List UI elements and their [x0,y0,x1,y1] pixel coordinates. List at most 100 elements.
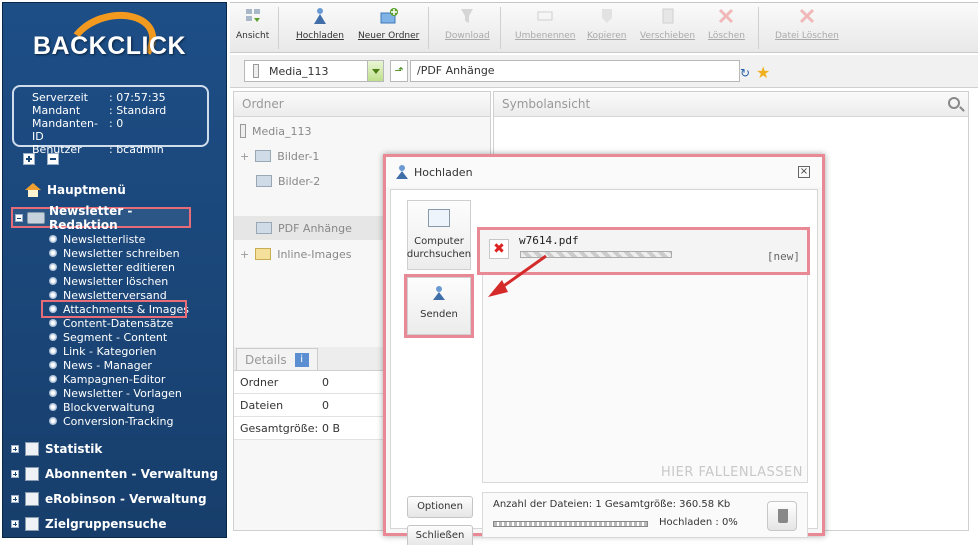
sidebar-item-segment-content[interactable]: Segment - Content [49,330,185,344]
total-progress-bar [493,521,648,527]
close-label: Schließen [415,530,465,541]
delete-label: Löschen [708,31,745,41]
section-label: eRobinson - Verwaltung [45,491,207,506]
tree-folder-pdf-anhaenge[interactable]: PDF Anhänge [256,217,352,239]
delete-file-button[interactable]: Datei Löschen [775,7,839,41]
bullet-icon [49,249,57,257]
sidebar-item-kampagnen-editor[interactable]: Kampagnen-Editor [49,372,185,386]
expand-all-icon[interactable] [23,153,35,165]
section-subitems: Newsletterliste Newsletter schreiben New… [41,232,189,428]
parent-folder-button[interactable]: ⬏ [390,60,408,82]
sidebar-item-link-kategorien[interactable]: Link - Kategorien [49,344,185,358]
sidebar-item-label: Newsletter schreiben [63,246,180,260]
sidebar-item-label: Content-Datensätze [63,316,174,330]
sidebar-item-news-manager[interactable]: News - Manager [49,358,185,372]
media-icon [253,64,259,78]
download-button[interactable]: Download [445,7,490,41]
folder-icon [256,222,272,234]
upload-icon [313,8,326,24]
sidebar-item-content-datensaetze[interactable]: Content-Datensätze [49,316,185,330]
info-value: : Standard [109,104,167,117]
main-menu-link[interactable]: Hauptmenü [25,183,126,197]
tree-folder-inline-images[interactable]: + Inline-Images [240,243,351,265]
tree-root[interactable]: Media_113 [240,120,312,142]
send-label: Senden [420,309,458,320]
send-button[interactable]: Senden [404,274,474,338]
section-newsletter-redaktion[interactable]: Newsletter - Redaktion [11,204,191,232]
home-icon [25,183,41,197]
bullet-icon [49,417,57,425]
section-zielgruppensuche[interactable]: Zielgruppensuche [11,511,218,536]
collapse-all-icon[interactable] [47,153,59,165]
symbol-view-title: Symbolansicht [494,92,968,117]
backclick-logo[interactable]: BACKCLICK [3,3,226,86]
folder-select[interactable]: Media_113 [244,60,384,82]
close-button[interactable]: Schließen [407,525,473,545]
tree-folder-label: Bilder-2 [278,174,321,188]
sidebar-item-label: Conversion-Tracking [63,414,174,428]
zoom-icon[interactable] [948,97,960,109]
sidebar-item-attachments-images[interactable]: Attachments & Images [41,300,189,318]
upload-dialog: Hochladen × Computer durchsuchen Senden … [383,154,825,545]
toolbar: Ansicht Hochladen Neuer Ordner Download … [230,3,978,53]
tab-details[interactable]: Details i [236,348,318,370]
path-field[interactable]: /PDF Anhänge [410,60,740,82]
sidebar-item-newsletter-vorlagen[interactable]: Newsletter - Vorlagen [49,386,185,400]
new-folder-icon [380,8,398,24]
collapsed-sections: Statistik Abonnenten - Verwaltung eRobin… [11,436,218,536]
sidebar-item-conversion-tracking[interactable]: Conversion-Tracking [49,414,185,428]
copy-button[interactable]: Kopieren [587,7,626,41]
new-folder-button[interactable]: Neuer Ordner [358,7,419,41]
upload-icon [433,286,445,300]
info-row-server-time: Serverzeit: 07:57:35 [32,91,207,104]
trash-icon[interactable] [767,501,797,531]
info-icon: i [294,352,309,367]
file-status: [new] [766,250,800,263]
collapse-icon[interactable] [15,213,23,222]
download-label: Download [445,31,490,41]
tree-folder-bilder-2[interactable]: Bilder-2 [256,170,320,192]
info-row-mandant-id: Mandanten-ID: 0 [32,117,207,143]
sidebar-item-blockverwaltung[interactable]: Blockverwaltung [49,400,185,414]
expand-icon[interactable] [11,469,19,478]
sidebar-item-newsletterliste[interactable]: Newsletterliste [49,232,185,246]
tree-folder-bilder-1[interactable]: + Bilder-1 [240,145,319,167]
info-key: Mandant [32,104,81,117]
options-button[interactable]: Optionen [407,496,473,518]
refresh-icon[interactable]: ↻ [740,66,750,80]
sidebar-item-newsletter-schreiben[interactable]: Newsletter schreiben [49,246,185,260]
move-button[interactable]: Verschieben [640,7,695,41]
folder-icon [255,248,272,260]
upload-label: Hochladen [296,31,344,41]
view-button[interactable]: Ansicht [236,7,269,41]
sidebar: BACKCLICK Serverzeit: 07:57:35 Mandant : … [2,2,227,538]
upload-button[interactable]: Hochladen [296,7,344,41]
copy-icon [601,9,612,23]
folder-select-value: Media_113 [269,64,329,78]
upload-status: Hochladen : 0% [659,517,738,528]
info-value: : 0 [109,117,124,130]
rename-button[interactable]: Umbenennen [515,7,576,41]
browse-computer-button[interactable]: Computer durchsuchen [407,200,471,270]
expand-icon[interactable] [11,444,19,453]
tree-controls [23,153,59,165]
section-abonnenten-verwaltung[interactable]: Abonnenten - Verwaltung [11,461,218,486]
section-statistik[interactable]: Statistik [11,436,218,461]
sidebar-item-newsletterversand[interactable]: Newsletterversand [49,288,185,302]
sidebar-item-label: Newsletterversand [63,288,167,302]
section-erobinson-verwaltung[interactable]: eRobinson - Verwaltung [11,486,218,511]
computer-icon [428,209,450,227]
expand-icon[interactable]: + [240,150,249,163]
tree-folder-label: Bilder-1 [277,149,320,163]
favorite-star-icon[interactable]: ★ [756,63,770,82]
delete-button[interactable]: Löschen [708,7,745,41]
sidebar-item-newsletter-editieren[interactable]: Newsletter editieren [49,260,185,274]
expand-icon[interactable] [11,494,19,503]
sidebar-item-newsletter-loeschen[interactable]: Newsletter löschen [49,274,185,288]
sidebar-item-label: Segment - Content [63,330,168,344]
bullet-icon [49,235,57,243]
expand-icon[interactable]: + [240,248,249,261]
close-icon[interactable]: × [798,166,810,178]
expand-icon[interactable] [11,519,19,528]
chevron-down-icon[interactable] [367,61,383,81]
